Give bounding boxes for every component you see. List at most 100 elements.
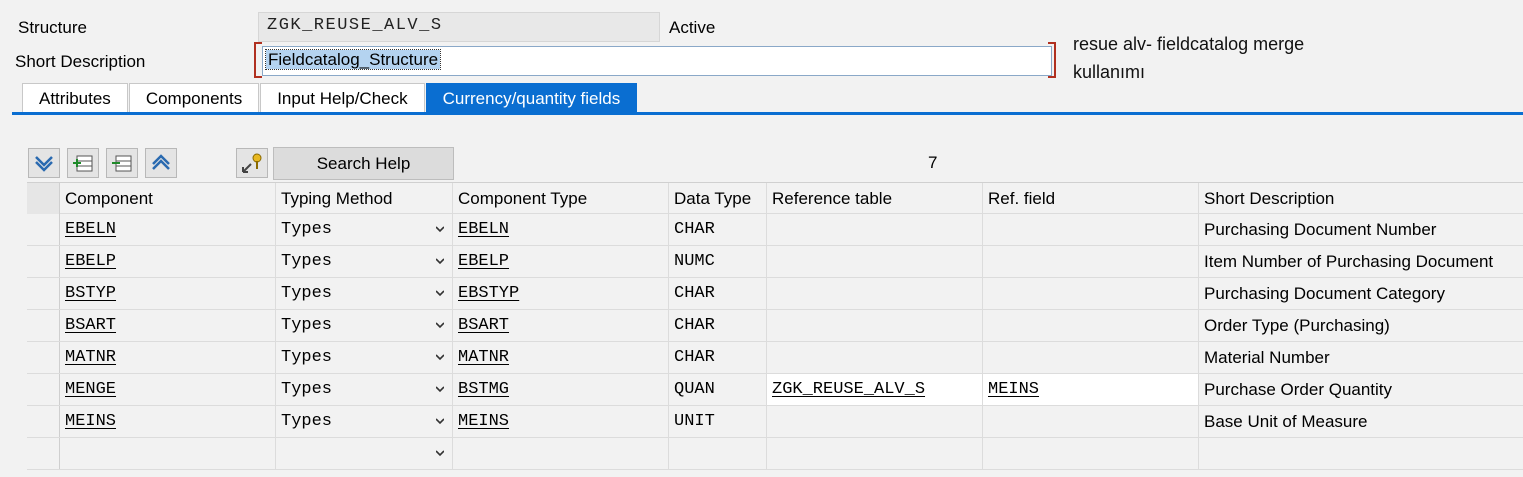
cell-data-type-text: CHAR <box>674 316 715 335</box>
col-ref-field[interactable]: Ref. field <box>983 183 1199 214</box>
row-selector[interactable] <box>27 246 60 277</box>
chevron-down-icon[interactable] <box>436 417 444 425</box>
cell-component[interactable]: MEINS <box>60 406 276 437</box>
cell-data-type[interactable]: QUAN <box>669 374 767 405</box>
table-row[interactable]: BSTYP Types EBSTYP CHAR Purchasing Document … <box>27 278 1523 310</box>
cell-reference-table[interactable] <box>767 438 983 469</box>
cell-reference-table[interactable] <box>767 310 983 341</box>
chevron-down-icon[interactable] <box>436 449 444 457</box>
cell-component-type-text: EBELP <box>458 252 510 271</box>
status-text: Active <box>669 18 716 37</box>
cell-component-type[interactable]: BSTMG <box>453 374 669 405</box>
cell-ref-field[interactable] <box>983 246 1199 277</box>
tab-input-help-check[interactable]: Input Help/Check <box>260 83 425 112</box>
insert-row-button[interactable] <box>67 148 99 178</box>
cell-ref-field[interactable] <box>983 438 1199 469</box>
cell-reference-table[interactable]: ZGK_REUSE_ALV_S <box>767 374 983 405</box>
row-selector[interactable] <box>27 438 60 469</box>
row-selector[interactable] <box>27 310 60 341</box>
collapse-up-button[interactable] <box>145 148 177 178</box>
cell-component[interactable]: EBELP <box>60 246 276 277</box>
col-reference-table[interactable]: Reference table <box>767 183 983 214</box>
cell-data-type[interactable]: NUMC <box>669 246 767 277</box>
annotation-bracket-left <box>254 42 262 78</box>
chevron-down-icon[interactable] <box>436 385 444 393</box>
cell-ref-field[interactable] <box>983 278 1199 309</box>
col-short-description[interactable]: Short Description <box>1199 183 1523 214</box>
cell-component-type[interactable] <box>453 438 669 469</box>
chevron-down-icon[interactable] <box>436 257 444 265</box>
cell-data-type-text: CHAR <box>674 348 715 367</box>
cell-data-type[interactable]: CHAR <box>669 278 767 309</box>
cell-component[interactable] <box>60 438 276 469</box>
cell-ref-field[interactable] <box>983 214 1199 245</box>
chevron-down-icon[interactable] <box>436 321 444 329</box>
row-selector[interactable] <box>27 214 60 245</box>
chevron-down-icon[interactable] <box>436 353 444 361</box>
cell-short-description: Base Unit of Measure <box>1199 406 1523 437</box>
expand-down-button[interactable] <box>28 148 60 178</box>
table-row[interactable]: EBELP Types EBELP NUMC Item Number of Purcha… <box>27 246 1523 278</box>
cell-component[interactable]: MATNR <box>60 342 276 373</box>
cell-data-type[interactable]: CHAR <box>669 310 767 341</box>
col-component[interactable]: Component <box>60 183 276 214</box>
col-typing-method[interactable]: Typing Method <box>276 183 453 214</box>
cell-ref-field[interactable]: MEINS <box>983 374 1199 405</box>
tab-attributes[interactable]: Attributes <box>22 83 128 112</box>
hierarchy-key-button[interactable] <box>236 148 268 178</box>
tab-components[interactable]: Components <box>128 83 260 112</box>
cell-typing-method[interactable]: Types <box>276 214 453 245</box>
cell-typing-method[interactable]: Types <box>276 278 453 309</box>
cell-typing-method[interactable]: Types <box>276 342 453 373</box>
table-row[interactable]: BSART Types BSART CHAR Order Type (Purchasin… <box>27 310 1523 342</box>
cell-reference-table[interactable] <box>767 246 983 277</box>
cell-component-type[interactable]: EBELP <box>453 246 669 277</box>
cell-ref-field[interactable] <box>983 406 1199 437</box>
delete-row-button[interactable] <box>106 148 138 178</box>
cell-data-type-text: UNIT <box>674 412 715 431</box>
cell-component-type[interactable]: EBSTYP <box>453 278 669 309</box>
cell-typing-method[interactable]: Types <box>276 246 453 277</box>
cell-reference-table[interactable] <box>767 406 983 437</box>
chevron-down-icon[interactable] <box>436 225 444 233</box>
table-row[interactable]: MENGE Types BSTMG QUAN ZGK_REUSE_ALV_S MEINS P… <box>27 374 1523 406</box>
cell-typing-method-text: Types <box>281 284 333 303</box>
cell-component-type[interactable]: BSART <box>453 310 669 341</box>
col-component-type[interactable]: Component Type <box>453 183 669 214</box>
cell-component-type[interactable]: EBELN <box>453 214 669 245</box>
cell-typing-method[interactable]: Types <box>276 374 453 405</box>
cell-typing-method[interactable]: Types <box>276 406 453 437</box>
cell-component-type[interactable]: MATNR <box>453 342 669 373</box>
cell-data-type[interactable]: CHAR <box>669 214 767 245</box>
cell-typing-method[interactable]: Types <box>276 310 453 341</box>
col-data-type[interactable]: Data Type <box>669 183 767 214</box>
cell-data-type[interactable]: CHAR <box>669 342 767 373</box>
search-help-button[interactable]: Search Help <box>273 147 454 180</box>
cell-component[interactable]: BSTYP <box>60 278 276 309</box>
cell-data-type[interactable]: UNIT <box>669 406 767 437</box>
cell-component[interactable]: BSART <box>60 310 276 341</box>
tab-currency-quantity-fields[interactable]: Currency/quantity fields <box>425 83 638 112</box>
cell-ref-field[interactable] <box>983 342 1199 373</box>
cell-typing-method[interactable] <box>276 438 453 469</box>
row-selector[interactable] <box>27 342 60 373</box>
cell-ref-field[interactable] <box>983 310 1199 341</box>
cell-reference-table[interactable] <box>767 214 983 245</box>
cell-component-type[interactable]: MEINS <box>453 406 669 437</box>
cell-data-type[interactable] <box>669 438 767 469</box>
row-selector[interactable] <box>27 374 60 405</box>
table-row[interactable]: EBELN Types EBELN CHAR Purchasing Document N… <box>27 214 1523 246</box>
cell-reference-table[interactable] <box>767 278 983 309</box>
cell-component[interactable]: MENGE <box>60 374 276 405</box>
row-selector[interactable] <box>27 406 60 437</box>
table-row[interactable]: MATNR Types MATNR CHAR Material Number <box>27 342 1523 374</box>
chevron-down-icon[interactable] <box>436 289 444 297</box>
select-all-cell[interactable] <box>27 183 60 214</box>
cell-reference-table[interactable] <box>767 342 983 373</box>
row-selector[interactable] <box>27 278 60 309</box>
cell-component[interactable]: EBELN <box>60 214 276 245</box>
table-row[interactable] <box>27 438 1523 470</box>
cell-short-description: Item Number of Purchasing Document <box>1199 246 1523 277</box>
table-row[interactable]: MEINS Types MEINS UNIT Base Unit of Measure <box>27 406 1523 438</box>
short-description-input[interactable]: Fieldcatalog_Structure <box>262 46 1052 76</box>
